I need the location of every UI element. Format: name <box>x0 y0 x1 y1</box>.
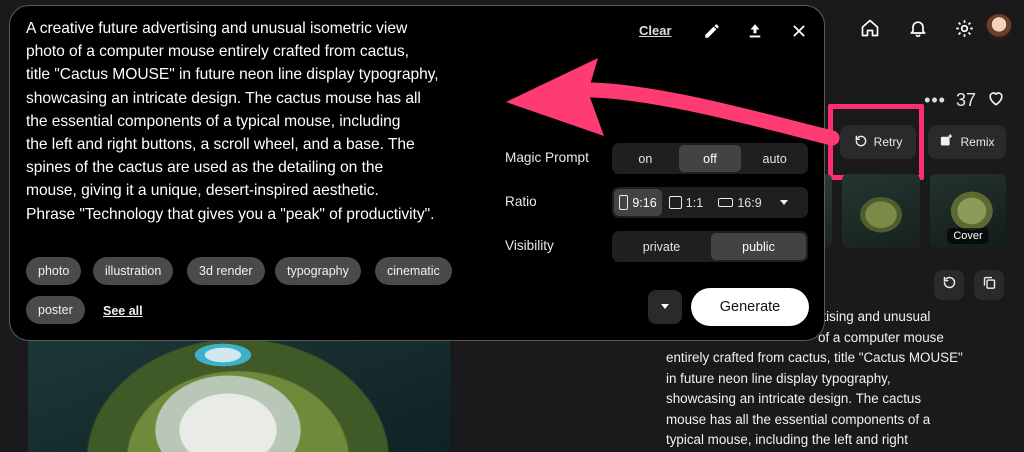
upload-icon[interactable] <box>744 20 766 42</box>
tag-typography[interactable]: typography <box>275 257 361 285</box>
refresh-icon <box>942 275 957 295</box>
magic-prompt-auto[interactable]: auto <box>743 145 806 172</box>
prompt-line: spines of the cactus are used as the det… <box>26 159 384 177</box>
clear-button[interactable]: Clear <box>639 23 672 38</box>
caret-down-icon <box>660 298 670 316</box>
prompt-line: photo of a computer mouse entirely craft… <box>26 43 409 61</box>
avatar[interactable] <box>986 14 1012 40</box>
magic-prompt-toggle: on off auto <box>612 143 808 174</box>
prompt-textarea[interactable]: A creative future advertising and unusua… <box>26 17 504 226</box>
ratio-16-9-label: 16:9 <box>737 195 762 210</box>
visibility-public[interactable]: public <box>711 233 806 260</box>
gear-icon[interactable] <box>950 14 978 42</box>
prompt-line: A creative future advertising and unusua… <box>26 20 408 37</box>
ratio-label: Ratio <box>505 194 537 209</box>
image-meta-row: ••• 37 <box>924 88 1006 112</box>
tag-cinematic[interactable]: cinematic <box>375 257 452 285</box>
tag-illustration[interactable]: illustration <box>93 257 174 285</box>
bell-icon[interactable] <box>904 14 932 42</box>
magic-prompt-off[interactable]: off <box>678 145 742 172</box>
pencil-icon[interactable] <box>701 20 723 42</box>
close-icon[interactable] <box>788 20 810 42</box>
copy-icon <box>982 275 997 295</box>
copy-prompt-button[interactable] <box>974 270 1004 300</box>
square-ratio-icon <box>668 196 682 209</box>
portrait-ratio-icon <box>619 195 629 210</box>
prompt-line: the left and right buttons, a scroll whe… <box>26 136 415 154</box>
visibility-label: Visibility <box>505 238 554 253</box>
generate-button[interactable]: Generate <box>691 288 809 326</box>
description-line: typical mouse, including the left and ri… <box>666 432 908 447</box>
home-icon[interactable] <box>856 14 884 42</box>
magic-prompt-on[interactable]: on <box>614 145 677 172</box>
visibility-private[interactable]: private <box>614 233 709 260</box>
landscape-ratio-icon <box>718 198 734 207</box>
description-line: in future neon line display typography, <box>666 370 891 386</box>
prompt-panel: A creative future advertising and unusua… <box>9 5 825 341</box>
ratio-1-1[interactable]: 1:1 <box>664 189 708 216</box>
heart-icon[interactable] <box>986 88 1006 113</box>
magic-prompt-label: Magic Prompt <box>505 150 589 165</box>
like-count: 37 <box>955 89 976 110</box>
prompt-line: title "Cactus MOUSE" in future neon line… <box>26 66 439 84</box>
remix-icon <box>939 133 954 151</box>
prompt-line: mouse, giving it a unique, desert-inspir… <box>26 182 379 200</box>
prompt-line: Phrase "Technology that gives you a "pea… <box>26 205 435 223</box>
prompt-line: showcasing an intricate design. The cact… <box>26 89 421 107</box>
top-nav <box>814 0 1024 56</box>
description-line: showcasing an intricate design. The cact… <box>666 391 922 406</box>
ratio-1-1-label: 1:1 <box>685 195 704 210</box>
visibility-toggle: private public <box>612 231 808 262</box>
retry-highlight-box <box>828 104 924 180</box>
description-line: entirely crafted from cactus, title "Cac… <box>666 350 963 365</box>
tag-photo[interactable]: photo <box>26 257 82 285</box>
tag-3d-render[interactable]: 3d render <box>187 257 265 285</box>
ratio-selector: 9:16 1:1 16:9 <box>612 187 808 218</box>
thumbnail-2[interactable] <box>842 174 920 248</box>
ratio-9-16[interactable]: 9:16 <box>614 189 662 216</box>
prompt-line: the essential components of a typical mo… <box>26 112 401 130</box>
generate-options-dropdown[interactable] <box>648 290 682 324</box>
description-line: mouse has all the essential components o… <box>666 411 931 427</box>
tag-poster[interactable]: poster <box>26 296 85 324</box>
thumbnail-3[interactable]: Cover <box>930 174 1006 248</box>
ratio-9-16-label: 9:16 <box>632 195 657 210</box>
cover-badge: Cover <box>947 228 989 244</box>
ratio-16-9[interactable]: 16:9 <box>710 189 770 216</box>
remix-button[interactable]: Remix <box>928 125 1006 159</box>
more-options-button[interactable]: ••• <box>924 90 946 111</box>
caret-down-icon <box>779 196 789 210</box>
remix-label: Remix <box>960 135 995 149</box>
rerun-prompt-button[interactable] <box>934 270 964 300</box>
ratio-more-dropdown[interactable] <box>772 189 796 216</box>
see-all-tags-link[interactable]: See all <box>103 304 143 318</box>
